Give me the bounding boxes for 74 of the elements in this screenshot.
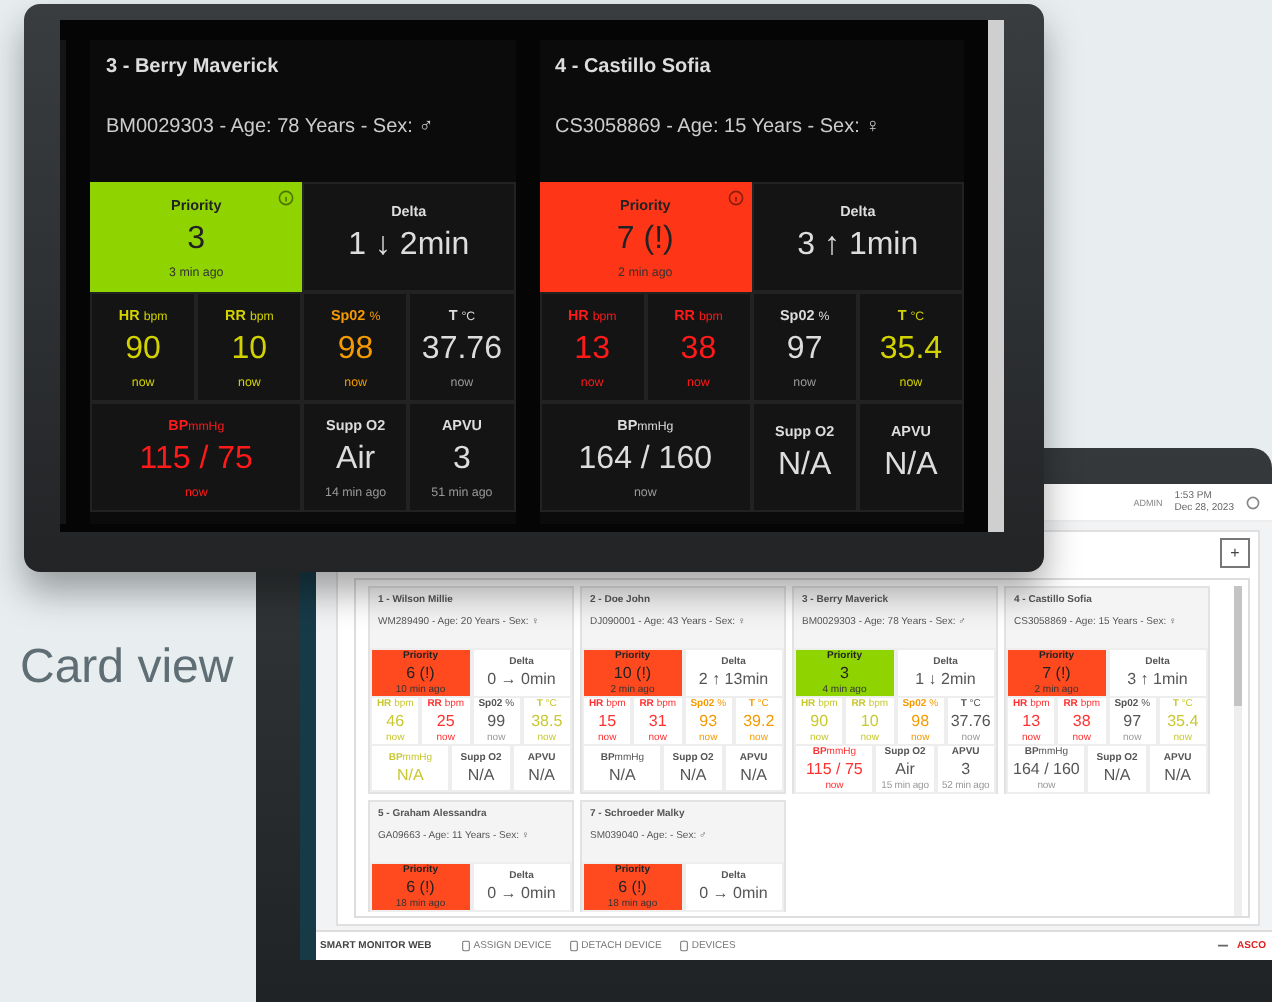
priority-value: 6 (!) [406,664,435,682]
vital-value: 35.4 [1167,712,1199,730]
priority-value: 6 (!) [406,878,435,896]
delta-value: 2 ↑ 13min [698,670,769,688]
vital-value: N/A [397,765,424,783]
priority-value: 7 (!) [1042,664,1071,682]
priority-value: 6 (!) [618,878,647,896]
scrollbar[interactable] [988,20,1004,532]
vital-value: 38 [1072,712,1091,730]
priority-value: 10 (!) [613,664,652,682]
vital-value: N/A [1103,766,1131,784]
vital-value: 37.76 [421,331,502,367]
priority-value: 3 [840,664,849,682]
delta-value: 0 → 0min [487,884,556,902]
priority-value: 3 [187,221,206,257]
caption-text: Card view [20,640,234,696]
vital-value: 31 [648,712,667,730]
vital-value: 98 [337,331,374,367]
delta-value: 0 → 0min [487,670,556,688]
patient-card[interactable] [792,586,998,794]
vital-value: 90 [810,712,829,730]
vital-value: Air [336,441,376,477]
vital-value: 13 [574,331,610,367]
vital-value: N/A [777,448,832,484]
vital-value: 98 [911,712,930,730]
vital-value: 164 / 160 [578,441,712,477]
vital-value: 38 [680,331,717,367]
vital-value: N/A [1164,766,1192,784]
vital-value: N/A [740,765,768,783]
vital-value: 39.2 [743,712,775,730]
scrollbar[interactable] [1234,586,1242,916]
vital-value: 99 [487,712,506,730]
device-icon[interactable] [679,940,688,952]
device-icon[interactable] [569,940,578,952]
vital-value: 10 [860,712,879,730]
minus-icon[interactable] [1217,944,1228,948]
add-button[interactable]: + [1220,538,1250,568]
vital-value: N/A [679,765,707,783]
patient-details: BM0029303 - Age: 78 Years - Sex: ♂ [106,116,436,138]
vital-value: 3 [961,760,971,778]
vital-value: 35.4 [879,331,943,367]
delta-value: 3 ↑ 1min [797,228,919,264]
vital-value: 115 / 75 [139,441,253,477]
delta-value: 1 ↓ 2min [348,228,470,264]
info-icon[interactable] [278,190,295,206]
vital-value: 3 [452,441,471,477]
vital-value: N/A [528,765,556,783]
vital-value: 13 [1022,712,1041,730]
vital-value: 25 [436,712,455,730]
vital-value: 97 [786,331,823,367]
delta-value: 3 ↑ 1min [1127,670,1188,688]
patient-name: 3 - Berry Maverick [106,56,281,78]
vital-value: N/A [467,765,495,783]
vital-value: N/A [609,765,636,783]
vital-value: N/A [884,448,938,484]
vital-value: 15 [598,712,617,730]
patient-details: CS3058869 - Age: 15 Years - Sex: ♀ [555,116,883,138]
delta-value: 1 ↓ 2min [915,670,976,688]
circle-icon[interactable] [1246,495,1260,509]
vital-value: 164 / 160 [1013,760,1080,778]
vital-value: 10 [231,331,268,367]
patient-name: 4 - Castillo Sofia [555,56,713,78]
device-icon[interactable] [461,940,470,952]
priority-value: 7 (!) [616,221,674,257]
vital-value: Air [895,760,915,778]
vital-value: 93 [699,712,718,730]
vital-value: 97 [1123,712,1142,730]
delta-value: 0 → 0min [699,884,768,902]
vital-value: 46 [386,712,405,730]
vital-value: 90 [125,331,161,367]
info-icon[interactable] [727,190,744,206]
vital-value: 38.5 [531,712,563,730]
vital-value: 115 / 75 [806,760,863,778]
vital-value: 37.76 [950,712,991,730]
